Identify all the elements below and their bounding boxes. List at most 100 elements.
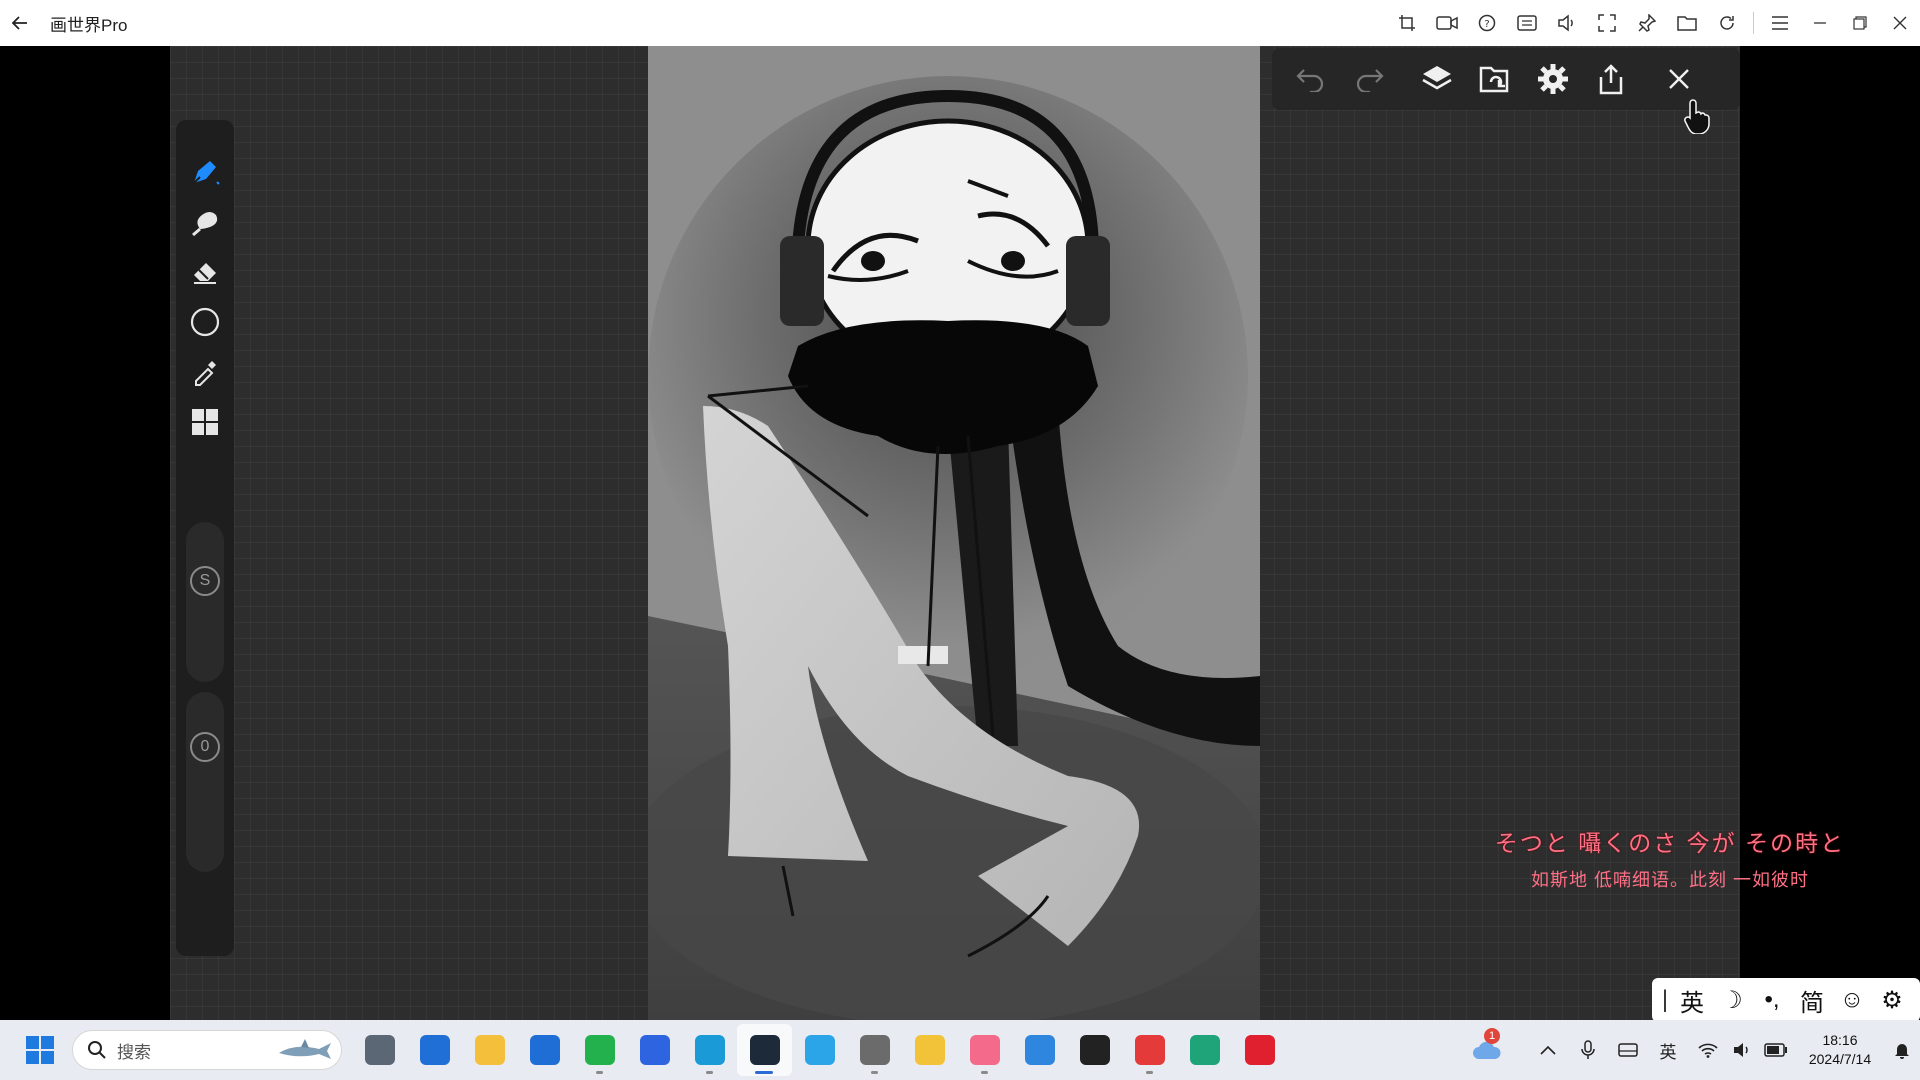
artwork-drawing (648, 46, 1260, 1020)
lyric-line-original: そつと 囁くのさ 今が その時と (1494, 830, 1846, 856)
copilot-robot-taskbar-button[interactable] (847, 1024, 902, 1076)
file-explorer-taskbar-button[interactable] (462, 1024, 517, 1076)
ime-toolbar: | 英 ☽ •, 简 ☺ ⚙ (1652, 978, 1920, 1022)
bilibili-icon (969, 1035, 1000, 1065)
ime-settings-icon[interactable]: ⚙ (1872, 986, 1912, 1015)
globe-app-icon (1024, 1035, 1055, 1065)
battery-icon[interactable] (1756, 1020, 1796, 1080)
undo-icon[interactable] (1282, 48, 1340, 110)
taskbar-apps (352, 1024, 1287, 1076)
wechat-taskbar-button[interactable] (572, 1024, 627, 1076)
blue-app-icon (639, 1035, 670, 1065)
brush-icon[interactable] (187, 154, 223, 190)
browser-help-taskbar-button[interactable] (792, 1024, 847, 1076)
task-view-taskbar-button[interactable] (352, 1024, 407, 1076)
crop-icon[interactable] (1387, 0, 1427, 46)
edge-taskbar-button[interactable] (682, 1024, 737, 1076)
brush-size-slider[interactable]: S (186, 522, 224, 682)
folder-icon (914, 1035, 945, 1065)
microphone-icon[interactable] (1568, 1020, 1608, 1080)
layers-icon[interactable] (1408, 48, 1466, 110)
folder-taskbar-button[interactable] (902, 1024, 957, 1076)
brush-size-knob[interactable]: S (190, 566, 220, 596)
opacity-knob[interactable]: 0 (190, 732, 220, 762)
notification-bell-icon[interactable] (1884, 1020, 1920, 1080)
opera-taskbar-button[interactable] (1232, 1024, 1287, 1076)
taskbar-clock[interactable]: 18:16 2024/7/14 (1796, 1031, 1884, 1069)
running-indicator (981, 1071, 988, 1074)
emoji-icon[interactable]: ☺ (1832, 986, 1872, 1014)
folder-icon[interactable] (1667, 0, 1707, 46)
weather-icon[interactable]: 1 (1460, 1020, 1514, 1080)
ime-language-toggle[interactable]: 英 (1672, 983, 1712, 1018)
tablet-icon[interactable] (1608, 1020, 1648, 1080)
start-button-icon[interactable] (20, 1030, 60, 1070)
eraser-icon[interactable] (187, 254, 223, 290)
ime-simplified-toggle[interactable]: 简 (1792, 983, 1832, 1018)
clock-date: 2024/7/14 (1808, 1051, 1872, 1067)
taskbar-search-box[interactable]: 搜索 (72, 1030, 342, 1070)
grid-icon[interactable] (187, 404, 223, 440)
tray-language-label[interactable]: 英 (1648, 1020, 1688, 1080)
clock-time: 18:16 (1822, 1032, 1858, 1048)
painter-app-taskbar-button[interactable] (737, 1024, 792, 1076)
shape-icon[interactable] (187, 304, 223, 340)
keyboard-icon[interactable] (1507, 0, 1547, 46)
running-indicator (706, 1071, 713, 1074)
share-icon[interactable] (1582, 48, 1640, 110)
ime-handle[interactable]: | (1658, 986, 1672, 1014)
eyedropper-icon[interactable] (187, 354, 223, 390)
edge-icon (694, 1035, 725, 1065)
blue-app-taskbar-button[interactable] (627, 1024, 682, 1076)
help-icon[interactable]: ? (1467, 0, 1507, 46)
wifi-icon[interactable] (1688, 1020, 1728, 1080)
titlebar-divider (1753, 12, 1754, 34)
netease-music-icon (1134, 1035, 1165, 1065)
pin-icon[interactable] (1627, 0, 1667, 46)
running-indicator (755, 1071, 773, 1074)
minimize-icon[interactable] (1800, 0, 1840, 46)
volume-icon[interactable] (1547, 0, 1587, 46)
green-app-taskbar-button[interactable] (1177, 1024, 1232, 1076)
green-app-icon (1189, 1035, 1220, 1065)
globe-app-taskbar-button[interactable] (1012, 1024, 1067, 1076)
wechat-icon (584, 1035, 615, 1065)
settings-icon[interactable] (1524, 48, 1582, 110)
punctuation-icon[interactable]: •, (1752, 986, 1792, 1014)
speaker-icon[interactable] (1728, 1020, 1756, 1080)
system-tray: 1 英 18:16 2024/7/14 (1460, 1020, 1920, 1080)
opera-icon (1244, 1035, 1275, 1065)
restore-icon[interactable] (1840, 0, 1880, 46)
record-video-icon[interactable] (1427, 0, 1467, 46)
netease-music-taskbar-button[interactable] (1122, 1024, 1177, 1076)
app-title: 画世界Pro (50, 15, 128, 35)
canvas-toolbar (1272, 48, 1740, 110)
mybp-app-taskbar-button[interactable] (517, 1024, 572, 1076)
running-indicator (1146, 1071, 1153, 1074)
back-arrow-icon[interactable] (0, 0, 40, 46)
microsoft-store-taskbar-button[interactable] (407, 1024, 462, 1076)
running-indicator (871, 1071, 878, 1074)
weather-badge: 1 (1484, 1028, 1500, 1044)
qq-taskbar-button[interactable] (1067, 1024, 1122, 1076)
lyric-line-translation: 如斯地 低喃细语。此刻 一如彼时 (1530, 870, 1809, 890)
painter-app-icon (749, 1035, 780, 1065)
close-icon[interactable] (1880, 0, 1920, 46)
redo-icon[interactable] (1340, 48, 1398, 110)
app-titlebar: 画世界Pro ? (0, 0, 1920, 46)
search-icon (88, 1041, 106, 1059)
hand-cursor-icon (1682, 98, 1712, 139)
fullscreen-icon[interactable] (1587, 0, 1627, 46)
copilot-robot-icon (859, 1035, 890, 1065)
menu-icon[interactable] (1760, 0, 1800, 46)
opacity-slider[interactable]: 0 (186, 692, 224, 872)
microsoft-store-icon (419, 1035, 450, 1065)
chevron-up-icon[interactable] (1528, 1020, 1568, 1080)
bilibili-taskbar-button[interactable] (957, 1024, 1012, 1076)
drawing-canvas[interactable] (648, 46, 1260, 1020)
smudge-icon[interactable] (187, 204, 223, 240)
rotate-icon[interactable] (1707, 0, 1747, 46)
moon-icon[interactable]: ☽ (1712, 986, 1752, 1015)
import-icon[interactable] (1466, 48, 1524, 110)
titlebar-tools: ? (1387, 0, 1920, 46)
